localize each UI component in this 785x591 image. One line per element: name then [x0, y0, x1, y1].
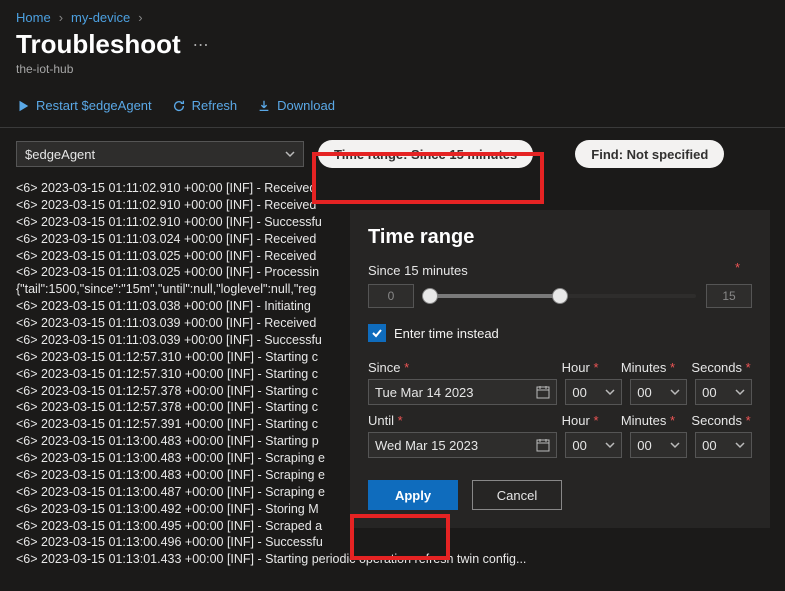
since-date-input[interactable]: Tue Mar 14 2023: [368, 379, 557, 405]
since-seconds-select[interactable]: 00: [695, 379, 752, 405]
until-date-value: Wed Mar 15 2023: [375, 438, 478, 453]
page-subtitle: the-iot-hub: [0, 60, 785, 92]
module-select-value: $edgeAgent: [25, 147, 95, 162]
restart-button[interactable]: Restart $edgeAgent: [16, 98, 152, 113]
checkmark-icon: [371, 327, 383, 339]
until-label: Until: [368, 413, 394, 428]
find-pill[interactable]: Find: Not specified: [575, 140, 724, 168]
chevron-down-icon: [735, 440, 745, 450]
slider-thumb-start[interactable]: [422, 288, 438, 304]
play-icon: [16, 99, 30, 113]
log-line: <6> 2023-03-15 01:11:02.910 +00:00 [INF]…: [16, 180, 769, 197]
slider-label: Since 15 minutes: [368, 263, 752, 278]
toolbar: Restart $edgeAgent Refresh Download: [0, 92, 785, 128]
slider-max: 15: [706, 284, 752, 308]
seconds-label: Seconds: [691, 413, 742, 428]
slider-row: 0 15: [368, 284, 752, 308]
restart-label: Restart $edgeAgent: [36, 98, 152, 113]
time-range-pill[interactable]: Time range: Since 15 minutes: [318, 140, 533, 168]
minutes-label: Minutes: [621, 360, 667, 375]
slider-thumb-end[interactable]: [552, 288, 568, 304]
since-date-value: Tue Mar 14 2023: [375, 385, 474, 400]
since-label: Since: [368, 360, 401, 375]
since-minutes-select[interactable]: 00: [630, 379, 687, 405]
range-slider[interactable]: [424, 294, 696, 298]
page-title: Troubleshoot: [16, 29, 181, 60]
hour-label: Hour: [562, 413, 590, 428]
log-line: <6> 2023-03-15 01:13:00.496 +00:00 [INF]…: [16, 534, 769, 551]
slider-min: 0: [368, 284, 414, 308]
chevron-right-icon: ›: [59, 10, 63, 25]
minutes-label: Minutes: [621, 413, 667, 428]
until-seconds-select[interactable]: 00: [695, 432, 752, 458]
refresh-icon: [172, 99, 186, 113]
until-date-input[interactable]: Wed Mar 15 2023: [368, 432, 557, 458]
download-label: Download: [277, 98, 335, 113]
cancel-button[interactable]: Cancel: [472, 480, 562, 510]
seconds-label: Seconds: [691, 360, 742, 375]
popup-title: Time range: [368, 226, 752, 249]
chevron-down-icon: [605, 387, 615, 397]
refresh-label: Refresh: [192, 98, 238, 113]
chevron-down-icon: [670, 440, 680, 450]
module-select[interactable]: $edgeAgent: [16, 141, 304, 167]
chevron-down-icon: [605, 440, 615, 450]
time-range-popup: Time range * Since 15 minutes 0 15 Enter…: [350, 210, 770, 528]
more-actions-button[interactable]: ⋯: [193, 35, 209, 55]
chevron-down-icon: [285, 149, 295, 159]
chevron-down-icon: [735, 387, 745, 397]
chevron-down-icon: [670, 387, 680, 397]
chevron-right-icon: ›: [138, 10, 142, 25]
breadcrumb: Home › my-device ›: [0, 0, 785, 29]
since-hour-select[interactable]: 00: [565, 379, 622, 405]
refresh-button[interactable]: Refresh: [172, 98, 238, 113]
log-line: <6> 2023-03-15 01:13:01.433 +00:00 [INF]…: [16, 551, 769, 568]
required-indicator: *: [735, 260, 740, 275]
until-hour-select[interactable]: 00: [565, 432, 622, 458]
hour-label: Hour: [562, 360, 590, 375]
calendar-icon: [536, 385, 550, 399]
filter-row: $edgeAgent Time range: Since 15 minutes …: [0, 128, 785, 176]
download-button[interactable]: Download: [257, 98, 335, 113]
enter-time-label: Enter time instead: [394, 326, 499, 341]
download-icon: [257, 99, 271, 113]
enter-time-checkbox[interactable]: [368, 324, 386, 342]
breadcrumb-device[interactable]: my-device: [71, 10, 130, 25]
apply-button[interactable]: Apply: [368, 480, 458, 510]
calendar-icon: [536, 438, 550, 452]
breadcrumb-home[interactable]: Home: [16, 10, 51, 25]
until-minutes-select[interactable]: 00: [630, 432, 687, 458]
